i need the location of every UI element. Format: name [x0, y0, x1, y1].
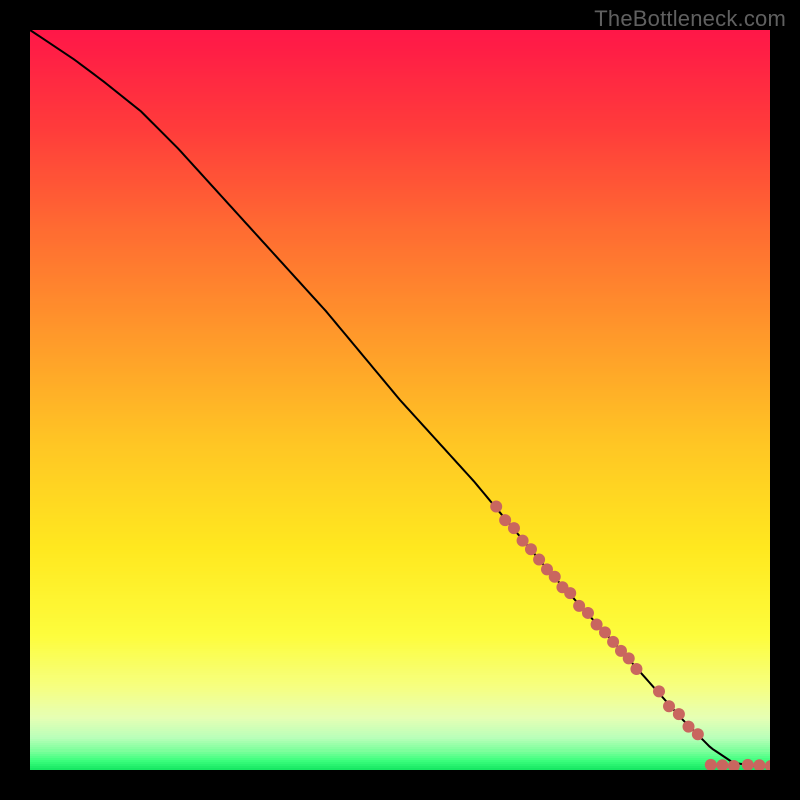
- plot-area: [30, 30, 770, 770]
- data-dot: [533, 554, 545, 566]
- curve-layer: [30, 30, 770, 770]
- data-dot: [663, 700, 675, 712]
- data-dot: [683, 721, 695, 733]
- data-dot: [673, 708, 685, 720]
- data-dot: [517, 535, 529, 547]
- watermark-text: TheBottleneck.com: [594, 6, 786, 32]
- data-dot: [630, 663, 642, 675]
- data-dot: [705, 759, 717, 770]
- data-dot: [582, 607, 594, 619]
- data-dot: [623, 652, 635, 664]
- data-dot: [653, 685, 665, 697]
- data-dot: [490, 501, 502, 513]
- data-dot: [753, 759, 765, 770]
- chart-frame: TheBottleneck.com: [0, 0, 800, 800]
- data-dot: [525, 543, 537, 555]
- data-dot: [508, 522, 520, 534]
- data-dot: [599, 626, 611, 638]
- data-dot: [549, 571, 561, 583]
- curve-svg: [30, 30, 770, 770]
- data-dot: [692, 728, 704, 740]
- data-dot: [742, 759, 754, 770]
- data-dot: [765, 760, 770, 770]
- bottleneck-curve: [30, 30, 770, 766]
- data-dot: [607, 636, 619, 648]
- data-dot: [564, 587, 576, 599]
- data-dot: [716, 759, 728, 770]
